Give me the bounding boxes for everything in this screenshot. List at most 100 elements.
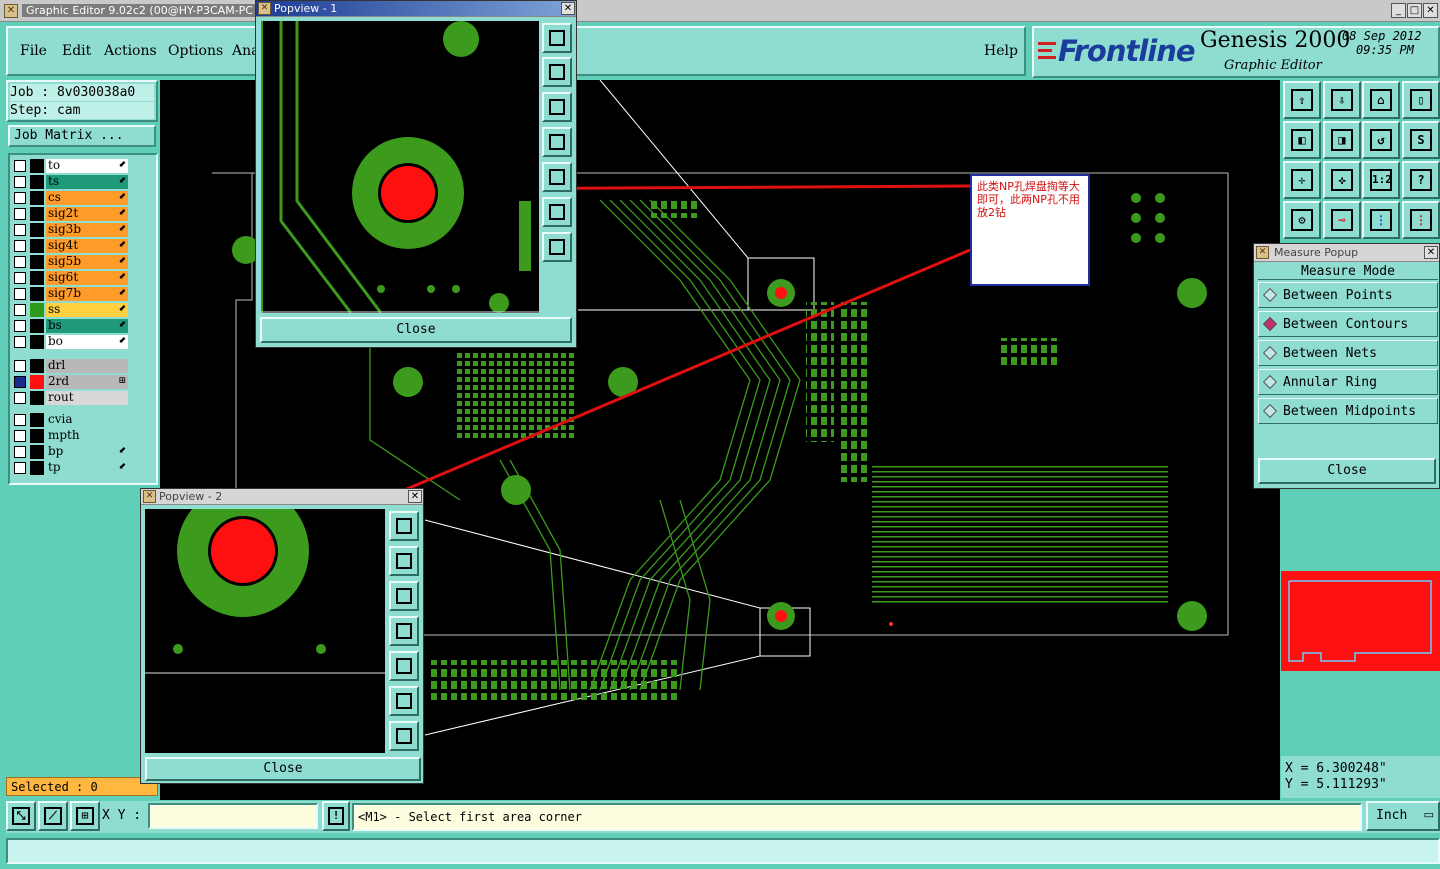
- layer-row-bo[interactable]: bo ⬋: [12, 335, 129, 349]
- scale-button[interactable]: 1:2: [1362, 161, 1400, 199]
- popview-1-zoom-in-button[interactable]: [542, 197, 572, 227]
- layer-name[interactable]: tp ⬋: [46, 461, 128, 475]
- layer-checkbox[interactable]: [14, 192, 26, 204]
- layer-color-swatch[interactable]: [30, 461, 44, 475]
- measure-button[interactable]: ⊸: [1323, 201, 1361, 239]
- zoom-center-button[interactable]: ✜: [1323, 161, 1361, 199]
- maximize-button[interactable]: □: [1407, 3, 1422, 18]
- layer-checkbox[interactable]: [14, 336, 26, 348]
- grid-button[interactable]: ⊞: [70, 801, 100, 831]
- popview-2-pan-left-button[interactable]: [389, 616, 419, 646]
- tools-button[interactable]: ⚙: [1283, 201, 1321, 239]
- layer-checkbox[interactable]: [14, 360, 26, 372]
- popview-2-close-button[interactable]: Close: [145, 757, 421, 781]
- menu-help[interactable]: Help: [984, 43, 1018, 59]
- popview-1-pan-up-button[interactable]: [542, 57, 572, 87]
- help-button[interactable]: ?: [1402, 161, 1440, 199]
- popview-1-close-icon[interactable]: ✕: [561, 2, 575, 15]
- layer-color-swatch[interactable]: [30, 335, 44, 349]
- board-overview[interactable]: [1281, 571, 1440, 671]
- layer-checkbox[interactable]: [14, 288, 26, 300]
- layer-color-swatch[interactable]: [30, 303, 44, 317]
- layer-row-rout[interactable]: rout: [12, 391, 129, 405]
- layer-name[interactable]: mpth: [46, 429, 128, 443]
- layer-name[interactable]: ss ⬋: [46, 303, 128, 317]
- layer-row-ss[interactable]: ss ⬋: [12, 303, 129, 317]
- popview-1-zoom-out-button[interactable]: [542, 232, 572, 262]
- measure-option-between-points[interactable]: Between Points: [1258, 282, 1438, 308]
- measure-option-between-nets[interactable]: Between Nets: [1258, 340, 1438, 366]
- layer-name[interactable]: sig2t ⬋: [46, 207, 128, 221]
- popview-2-view[interactable]: [145, 509, 385, 753]
- layer-color-swatch[interactable]: [30, 359, 44, 373]
- layer-name[interactable]: bs ⬋: [46, 319, 128, 333]
- layer-color-swatch[interactable]: [30, 239, 44, 253]
- popview-2-close-icon[interactable]: ✕: [408, 490, 422, 503]
- layer-color-swatch[interactable]: [30, 375, 44, 389]
- layer-checkbox[interactable]: [14, 176, 26, 188]
- layer-checkbox[interactable]: [14, 256, 26, 268]
- layer-color-swatch[interactable]: [30, 223, 44, 237]
- layer-color-swatch[interactable]: [30, 207, 44, 221]
- layer-row-sig4t[interactable]: sig4t ⬋: [12, 239, 129, 253]
- layer-color-swatch[interactable]: [30, 255, 44, 269]
- layer-name[interactable]: sig6t ⬋: [46, 271, 128, 285]
- pan-right-button[interactable]: ◨: [1323, 121, 1361, 159]
- popview-2-pan-up-button[interactable]: [389, 546, 419, 576]
- layer-row-to[interactable]: to ⬋: [12, 159, 129, 173]
- layer-name[interactable]: 2rd ⊞: [46, 375, 128, 389]
- layer-color-swatch[interactable]: [30, 429, 44, 443]
- layer-color-swatch[interactable]: [30, 287, 44, 301]
- layer-color-swatch[interactable]: [30, 319, 44, 333]
- layer-checkbox[interactable]: [14, 304, 26, 316]
- layer-color-swatch[interactable]: [30, 159, 44, 173]
- popview-1-close-button[interactable]: Close: [260, 317, 572, 343]
- layer-checkbox[interactable]: [14, 320, 26, 332]
- layer-checkbox[interactable]: [14, 272, 26, 284]
- layer-row-bp[interactable]: bp ⬋: [12, 445, 129, 459]
- layer-name[interactable]: cs ⬋: [46, 191, 128, 205]
- close-window-button[interactable]: ✕: [1423, 3, 1438, 18]
- layer-row-mpth[interactable]: mpth: [12, 429, 129, 443]
- split-view-button[interactable]: ▯: [1402, 81, 1440, 119]
- layer-checkbox[interactable]: [14, 430, 26, 442]
- measure-close-button[interactable]: Close: [1258, 458, 1436, 484]
- layer-row-cvia[interactable]: cvia: [12, 413, 129, 427]
- layer-name[interactable]: ts ⬋: [46, 175, 128, 189]
- layer-row-cs[interactable]: cs ⬋: [12, 191, 129, 205]
- net-highlight-button[interactable]: ⋮: [1402, 201, 1440, 239]
- measure-option-annular-ring[interactable]: Annular Ring: [1258, 369, 1438, 395]
- layer-row-bs[interactable]: bs ⬋: [12, 319, 129, 333]
- layer-checkbox[interactable]: [14, 160, 26, 172]
- undo-view-button[interactable]: ↺: [1362, 121, 1400, 159]
- home-view-button[interactable]: ⇧: [1283, 81, 1321, 119]
- layer-checkbox[interactable]: [14, 446, 26, 458]
- measure-option-between-midpoints[interactable]: Between Midpoints: [1258, 398, 1438, 424]
- layer-color-swatch[interactable]: [30, 413, 44, 427]
- layer-checkbox[interactable]: [14, 376, 26, 388]
- layer-row-ts[interactable]: ts ⬋: [12, 175, 129, 189]
- layer-name[interactable]: bp ⬋: [46, 445, 128, 459]
- job-matrix-button[interactable]: Job Matrix ...: [8, 125, 156, 147]
- measure-option-between-contours[interactable]: Between Contours: [1258, 311, 1438, 337]
- popview-2-zoom-button[interactable]: [389, 511, 419, 541]
- layer-name[interactable]: sig5b ⬋: [46, 255, 128, 269]
- layer-name[interactable]: sig7b ⬋: [46, 287, 128, 301]
- layer-checkbox[interactable]: [14, 392, 26, 404]
- popview-1-pan-left-button[interactable]: [542, 127, 572, 157]
- popview-1-pan-right-button[interactable]: [542, 162, 572, 192]
- area-select-button[interactable]: ⤡: [6, 801, 36, 831]
- layer-color-swatch[interactable]: [30, 191, 44, 205]
- menu-edit[interactable]: Edit: [62, 43, 91, 59]
- layer-row-sig5b[interactable]: sig5b ⬋: [12, 255, 129, 269]
- layer-checkbox[interactable]: [14, 414, 26, 426]
- zoom-home-button[interactable]: ⌂: [1362, 81, 1400, 119]
- popview-2-zoom-out-button[interactable]: [389, 721, 419, 751]
- layer-color-swatch[interactable]: [30, 175, 44, 189]
- layer-name[interactable]: bo ⬋: [46, 335, 128, 349]
- layer-checkbox[interactable]: [14, 224, 26, 236]
- layer-color-swatch[interactable]: [30, 445, 44, 459]
- layer-row-sig6t[interactable]: sig6t ⬋: [12, 271, 129, 285]
- popview-2-pan-right-button[interactable]: [389, 651, 419, 681]
- layer-name[interactable]: sig4t ⬋: [46, 239, 128, 253]
